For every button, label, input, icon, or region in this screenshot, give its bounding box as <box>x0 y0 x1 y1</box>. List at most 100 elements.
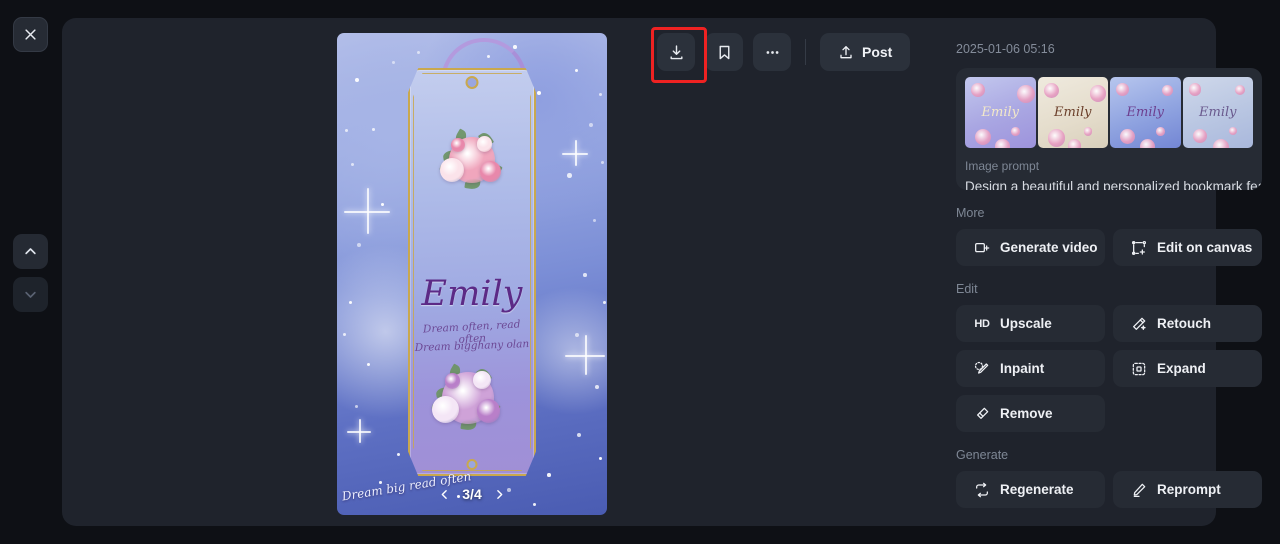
canvas-icon <box>1131 240 1147 256</box>
action-button-retouch[interactable]: Retouch <box>1113 305 1262 342</box>
next-item-button[interactable] <box>13 277 48 312</box>
star <box>381 203 384 206</box>
video-icon <box>974 240 990 256</box>
close-icon <box>23 27 38 42</box>
rose <box>477 136 493 152</box>
star <box>575 69 578 72</box>
thumbnail-floral <box>1048 129 1066 147</box>
star <box>355 78 359 82</box>
star <box>392 61 395 64</box>
thumbnail-floral <box>1017 85 1035 103</box>
star <box>417 51 420 54</box>
ellipsis-icon <box>764 44 781 61</box>
thumbnail-label: Emily <box>1038 105 1109 120</box>
detail-panel: Emily Dream often, read often Dream bigg… <box>62 18 1216 526</box>
app-root: Emily Dream often, read often Dream bigg… <box>0 0 1280 544</box>
action-button-inpaint[interactable]: Inpaint <box>956 350 1105 387</box>
action-label: Expand <box>1157 361 1206 376</box>
action-grid-more: Generate video Edit on canvas <box>956 229 1262 266</box>
thumbnail-floral <box>971 83 985 97</box>
rose <box>477 399 500 422</box>
section-header-edit: Edit <box>956 282 1194 296</box>
thumbnail-floral <box>1229 127 1237 135</box>
thumbnail-floral <box>1090 85 1107 102</box>
thumbnail-strip: Emily Emily Emily Emily <box>965 77 1253 148</box>
star <box>593 219 596 222</box>
upload-icon <box>838 44 854 60</box>
star <box>599 93 602 96</box>
action-grid-generate: Regenerate Reprompt <box>956 471 1262 508</box>
star <box>595 385 599 389</box>
artwork-preview[interactable]: Emily Dream often, read often Dream bigg… <box>337 33 607 515</box>
thumbnail-2[interactable]: Emily <box>1038 77 1109 148</box>
thumbnail-floral <box>1162 85 1173 96</box>
thumbnail-floral <box>1084 127 1093 136</box>
action-button-edit-on-canvas[interactable]: Edit on canvas <box>1113 229 1262 266</box>
thumbnail-floral <box>995 139 1010 148</box>
expand-icon <box>1131 361 1147 377</box>
thumbnail-floral <box>1189 83 1202 96</box>
star <box>343 333 346 336</box>
action-grid-edit: HD Upscale Retouch Inpaint Expand Remove <box>956 305 1262 432</box>
action-button-upscale[interactable]: HD Upscale <box>956 305 1105 342</box>
thumbnail-floral <box>1156 127 1165 136</box>
thumbnail-floral <box>1235 85 1245 95</box>
star <box>547 473 551 477</box>
sparkle <box>367 188 369 234</box>
pagination-prev-button[interactable] <box>438 488 451 501</box>
generation-timestamp: 2025-01-06 05:16 <box>956 42 1194 56</box>
wand-icon <box>1131 316 1147 332</box>
chevron-right-icon <box>493 488 506 501</box>
star <box>349 301 352 304</box>
star <box>589 123 593 127</box>
rose <box>473 371 491 389</box>
action-label: Generate video <box>1000 240 1098 255</box>
thumbnail-4[interactable]: Emily <box>1183 77 1254 148</box>
toolbar-divider <box>805 39 806 65</box>
star <box>533 503 536 506</box>
star <box>351 163 354 166</box>
thumbnail-floral <box>1193 129 1207 143</box>
more-options-button[interactable] <box>753 33 791 71</box>
artwork-name: Emily <box>408 274 536 314</box>
sparkle <box>585 335 587 375</box>
image-stage: Emily Dream often, read often Dream bigg… <box>62 18 892 526</box>
hd-icon: HD <box>974 318 990 330</box>
star <box>355 405 358 408</box>
prev-item-button[interactable] <box>13 234 48 269</box>
star <box>367 363 370 366</box>
action-button-reprompt[interactable]: Reprompt <box>1113 471 1262 508</box>
close-button[interactable] <box>13 17 48 52</box>
bookmark-button[interactable] <box>705 33 743 71</box>
star <box>583 273 587 277</box>
brush-icon <box>974 361 990 377</box>
pagination-counter: 3/4 <box>462 486 481 502</box>
chevron-down-icon <box>23 287 38 302</box>
action-button-remove[interactable]: Remove <box>956 395 1105 432</box>
thumbnail-3[interactable]: Emily <box>1110 77 1181 148</box>
action-label: Inpaint <box>1000 361 1044 376</box>
prompt-card[interactable]: Emily Emily Emily Emily Image prompt Design… <box>956 68 1262 190</box>
prompt-text: Design a beautiful and personalized book… <box>965 179 1253 190</box>
action-button-expand[interactable]: Expand <box>1113 350 1262 387</box>
star <box>577 433 581 437</box>
star <box>601 161 604 164</box>
star <box>345 129 348 132</box>
sparkle <box>575 140 577 166</box>
action-label: Upscale <box>1000 316 1052 331</box>
thumbnail-1[interactable]: Emily <box>965 77 1036 148</box>
action-button-generate-video[interactable]: Generate video <box>956 229 1105 266</box>
chevron-up-icon <box>23 244 38 259</box>
rose <box>480 161 501 182</box>
info-sidebar: 2025-01-06 05:16 Emily Emily Emily Emily Im… <box>894 18 1216 526</box>
action-label: Retouch <box>1157 316 1211 331</box>
thumbnail-floral <box>1044 83 1059 98</box>
thumbnail-label: Emily <box>1183 105 1254 120</box>
action-button-regenerate[interactable]: Regenerate <box>956 471 1105 508</box>
star <box>599 457 602 460</box>
download-button[interactable] <box>657 33 695 71</box>
action-label: Remove <box>1000 406 1053 421</box>
pencil-icon <box>1131 482 1147 498</box>
star <box>397 453 400 456</box>
pagination-next-button[interactable] <box>493 488 506 501</box>
